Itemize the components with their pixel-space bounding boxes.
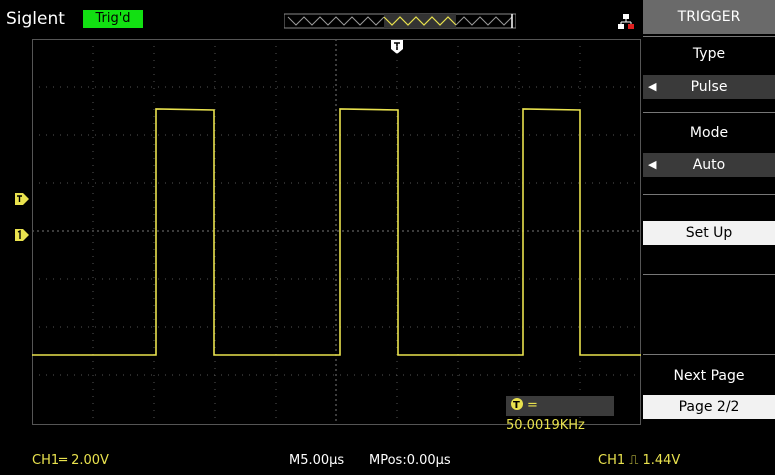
type-label: Type [692,46,726,62]
menu-title: TRIGGER [643,0,775,34]
top-status-bar: Siglent Trig'd [0,0,640,36]
next-page-menu-button[interactable]: Next Page Page 2/2 [643,354,775,425]
setup-menu-button[interactable]: Set Up [643,194,775,253]
frequency-readout: = 50.0019KHz [506,396,614,433]
mode-value: ◀ Auto [643,153,775,177]
mode-menu-button[interactable]: Mode ◀ Auto [643,112,775,191]
trigger-level-marker-icon[interactable] [15,193,29,205]
bottom-status-bar: CH1═ 2.00V M5.00µs MPos:0.00µs CH1 ⎍ 1.4… [0,425,775,475]
brand-label: Siglent [6,9,65,29]
memory-position-indicator [284,13,516,29]
mode-label: Mode [689,125,729,141]
horizontal-position-readout: MPos:0.00µs [369,453,451,468]
trigger-source-icon [511,396,523,416]
trigger-menu: TRIGGER Type ◀ Pulse Mode ◀ Auto Set Up Ne… [643,0,775,425]
page-indicator: Page 2/2 [643,395,775,419]
trigger-status-badge: Trig'd [83,10,143,28]
timebase-readout: M5.00µs [289,453,345,468]
left-arrow-icon: ◀ [648,80,657,93]
empty-menu-slot [643,274,775,351]
trigger-readout: CH1 ⎍ 1.44V [598,453,681,468]
ch1-ground-marker-icon[interactable] [15,229,29,241]
type-menu-button[interactable]: Type ◀ Pulse [643,36,775,109]
network-disconnected-icon [618,14,634,29]
type-value: ◀ Pulse [643,75,775,99]
setup-label: Set Up [643,221,775,245]
next-page-label: Next Page [673,368,745,384]
ch1-vertical-scale: CH1═ 2.00V [32,453,109,468]
waveform-display[interactable] [32,39,641,425]
left-arrow-icon: ◀ [648,158,657,171]
